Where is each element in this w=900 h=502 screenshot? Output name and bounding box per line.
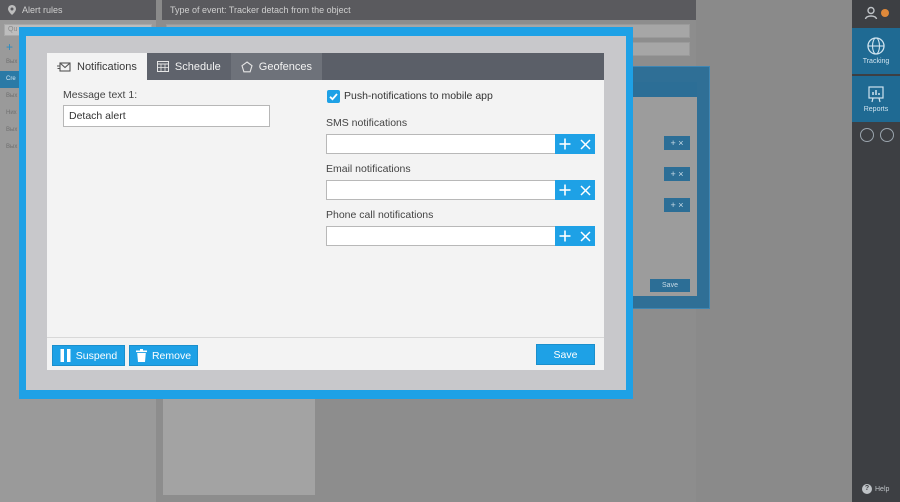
checkmark-icon — [329, 93, 338, 101]
sidebar-item-reports[interactable]: Reports — [852, 76, 900, 122]
alert-rules-header: Alert rules — [0, 0, 156, 20]
phone-call-notifications-input[interactable] — [326, 226, 556, 246]
email-notifications-label: Email notifications — [326, 163, 411, 175]
push-notifications-label: Push-notifications to mobile app — [344, 90, 493, 102]
help-label: Help — [875, 485, 890, 493]
close-icon — [579, 230, 591, 242]
tab-schedule[interactable]: Schedule — [146, 53, 231, 80]
email-clear-button[interactable] — [575, 180, 595, 200]
background-add-remove-icon: + × — [664, 167, 690, 181]
sms-notifications-input[interactable] — [326, 134, 556, 154]
calendar-icon — [156, 61, 169, 72]
globe-icon — [867, 37, 885, 55]
sidebar-tools — [855, 128, 899, 148]
sidebar-item-label: Tracking — [862, 58, 890, 65]
email-add-button[interactable] — [555, 180, 575, 200]
sms-notifications-label: SMS notifications — [326, 117, 408, 129]
close-icon — [579, 184, 591, 196]
phone-call-notifications-label: Phone call notifications — [326, 209, 434, 221]
plus-icon — [559, 230, 571, 242]
tab-label: Geofences — [258, 60, 312, 73]
background-panel — [163, 395, 315, 495]
tab-label: Notifications — [77, 61, 137, 73]
sidebar-item-tracking[interactable]: Tracking — [852, 28, 900, 74]
reports-icon — [868, 86, 884, 103]
background-add-remove-icon: + × — [664, 198, 690, 212]
sms-add-button[interactable] — [555, 134, 575, 154]
background-save-button: Save — [650, 279, 690, 292]
user-icon — [864, 6, 877, 20]
tab-geofences[interactable]: Geofences — [230, 53, 322, 80]
dialog-tab-bar: Notifications Schedule Geofences — [47, 53, 604, 81]
alert-rules-title: Alert rules — [22, 5, 63, 15]
phone-add-button[interactable] — [555, 226, 575, 246]
help-link[interactable]: ? Help — [862, 484, 889, 494]
sms-clear-button[interactable] — [575, 134, 595, 154]
phone-clear-button[interactable] — [575, 226, 595, 246]
user-menu[interactable] — [852, 0, 900, 26]
remove-label: Remove — [151, 349, 192, 362]
envelope-icon — [57, 62, 71, 72]
background-add-remove-icon: + × — [664, 136, 690, 150]
tab-notifications[interactable]: Notifications — [47, 53, 147, 81]
plus-icon — [559, 138, 571, 150]
message-text-input[interactable]: Detach alert — [63, 105, 270, 127]
message-text-label: Message text 1: — [63, 89, 138, 101]
event-type-header: Type of event: Tracker detach from the o… — [162, 0, 696, 20]
close-icon — [579, 138, 591, 150]
sidebar-item-label: Reports — [863, 106, 889, 113]
background-dialog-body — [630, 82, 697, 296]
pentagon-icon — [241, 60, 253, 72]
background-dialog-header — [630, 82, 697, 97]
tools-icon[interactable] — [860, 128, 874, 142]
trash-icon — [135, 349, 147, 362]
pause-icon — [60, 349, 71, 362]
wrench-icon[interactable] — [880, 128, 894, 142]
tab-label: Schedule — [174, 60, 221, 73]
notification-badge-icon — [880, 9, 889, 17]
footer-divider — [47, 337, 604, 338]
save-button[interactable]: Save — [536, 344, 595, 365]
location-pin-icon — [8, 5, 16, 15]
notification-dialog: Notifications Schedule Geofences Message… — [47, 53, 604, 370]
suspend-label: Suspend — [75, 349, 118, 362]
plus-icon — [559, 184, 571, 196]
help-icon: ? — [862, 484, 872, 494]
remove-button[interactable]: Remove — [129, 345, 198, 366]
push-notifications-checkbox[interactable] — [327, 90, 340, 103]
save-label: Save — [553, 348, 578, 361]
email-notifications-input[interactable] — [326, 180, 556, 200]
suspend-button[interactable]: Suspend — [52, 345, 125, 366]
